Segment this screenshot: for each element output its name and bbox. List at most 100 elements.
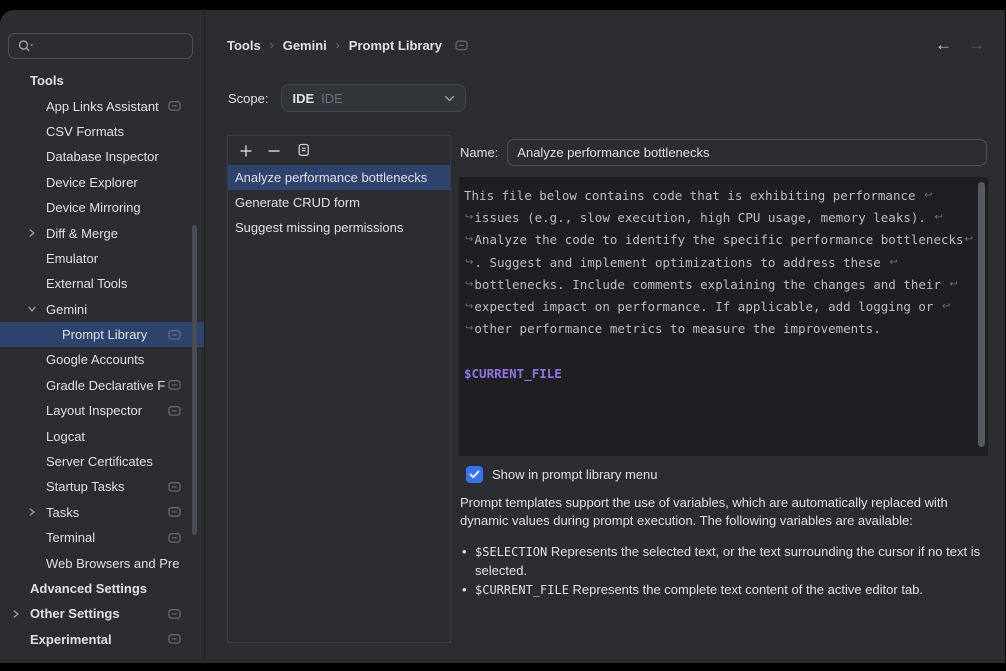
- sidebar-item-layout-inspector[interactable]: Layout Inspector: [0, 398, 204, 423]
- sidebar-item-app-links-assistant[interactable]: App Links Assistant: [0, 93, 204, 118]
- sidebar-item-google-accounts[interactable]: Google Accounts: [0, 347, 204, 372]
- soft-wrap-icon: ↩: [889, 257, 897, 268]
- sidebar-item-terminal[interactable]: Terminal: [0, 525, 204, 550]
- breadcrumb-item-prompt-library[interactable]: Prompt Library: [349, 38, 442, 53]
- ide-scope-icon: [168, 380, 181, 391]
- prompt-list-panel: Analyze performance bottlenecksGenerate …: [227, 135, 451, 643]
- ide-scope-icon: [168, 405, 181, 416]
- sidebar-item-label: Experimental: [30, 632, 112, 647]
- breadcrumb-separator: ›: [336, 38, 340, 52]
- sidebar-item-other-settings[interactable]: Other Settings: [0, 601, 204, 626]
- sidebar-item-experimental[interactable]: Experimental: [0, 627, 204, 652]
- sidebar-item-tools[interactable]: Tools: [0, 68, 204, 93]
- editor-line: This file below contains code that is ex…: [464, 184, 984, 206]
- sidebar-item-logcat[interactable]: Logcat: [0, 423, 204, 448]
- sidebar-item-label: Tasks: [46, 505, 79, 520]
- sidebar-item-web-browsers-and-pre[interactable]: Web Browsers and Pre: [0, 550, 204, 575]
- sidebar-item-advanced-settings[interactable]: Advanced Settings: [0, 576, 204, 601]
- sidebar-item-external-tools[interactable]: External Tools: [0, 271, 204, 296]
- check-icon: [469, 470, 480, 479]
- sidebar-item-prompt-library[interactable]: Prompt Library: [0, 322, 204, 347]
- ide-scope-icon: [168, 481, 181, 492]
- soft-wrap-icon: ↩: [465, 301, 473, 312]
- prompt-name-input[interactable]: [507, 139, 987, 166]
- sidebar-item-label: Diff & Merge: [46, 226, 118, 241]
- editor-line: [464, 340, 984, 362]
- sidebar-scrollbar[interactable]: [192, 225, 197, 535]
- sidebar-item-label: Startup Tasks: [46, 479, 125, 494]
- sidebar-item-tasks[interactable]: Tasks: [0, 500, 204, 525]
- sidebar-item-label: Database Inspector: [46, 149, 159, 164]
- ide-scope-icon: [168, 507, 181, 518]
- chevron-collapsed-icon[interactable]: [28, 508, 36, 517]
- soft-wrap-icon: ↩: [942, 301, 950, 312]
- chevron-collapsed-icon[interactable]: [28, 229, 36, 238]
- sidebar-item-label: Gemini: [46, 302, 87, 317]
- editor-line: ↩other performance metrics to measure th…: [464, 318, 984, 340]
- show-in-menu-row: Show in prompt library menu: [466, 466, 657, 483]
- sidebar-item-label: Other Settings: [30, 606, 120, 621]
- chevron-collapsed-icon[interactable]: [12, 609, 20, 618]
- scope-dropdown[interactable]: IDE IDE: [281, 84, 466, 112]
- editor-line: ↩issues (e.g., slow execution, high CPU …: [464, 206, 984, 228]
- breadcrumb-item-gemini[interactable]: Gemini: [283, 38, 327, 53]
- sidebar-item-label: Web Browsers and Pre: [46, 556, 179, 571]
- editor-line: $CURRENT_FILE: [464, 362, 984, 384]
- ide-scope-icon: [168, 634, 181, 645]
- variables-list: $SELECTION Represents the selected text,…: [462, 543, 997, 602]
- variable-item-current-file: $CURRENT_FILE Represents the complete te…: [462, 581, 997, 600]
- sidebar-item-device-mirroring[interactable]: Device Mirroring: [0, 195, 204, 220]
- settings-search-field[interactable]: [8, 33, 193, 59]
- sidebar-item-label: Prompt Library: [62, 327, 147, 342]
- soft-wrap-icon: ↩: [950, 279, 958, 290]
- window-frame: { "search": { "placeholder": "" }, "side…: [0, 0, 1006, 671]
- prompt-list-item-suggest-missing-permissions[interactable]: Suggest missing permissions: [228, 215, 450, 240]
- scope-selected-value: IDE: [292, 91, 314, 106]
- soft-wrap-icon: ↩: [465, 212, 473, 223]
- ide-scope-icon: [168, 608, 181, 619]
- sidebar-item-label: CSV Formats: [46, 124, 124, 139]
- breadcrumb-item-tools[interactable]: Tools: [227, 38, 261, 53]
- sidebar-item-gemini[interactable]: Gemini: [0, 297, 204, 322]
- sidebar-item-diff-merge[interactable]: Diff & Merge: [0, 220, 204, 245]
- soft-wrap-icon: ↩: [465, 234, 473, 245]
- back-arrow-icon[interactable]: ←: [935, 36, 952, 53]
- sidebar-item-gradle-declarative-f[interactable]: Gradle Declarative F: [0, 373, 204, 398]
- sidebar-item-startup-tasks[interactable]: Startup Tasks: [0, 474, 204, 499]
- sidebar-item-label: Device Explorer: [46, 175, 138, 190]
- sidebar-item-label: Terminal: [46, 530, 95, 545]
- editor-line: ↩. Suggest and implement optimizations t…: [464, 251, 984, 273]
- sidebar-item-csv-formats[interactable]: CSV Formats: [0, 119, 204, 144]
- soft-wrap-icon: ↩: [965, 234, 973, 245]
- breadcrumb-separator: ›: [270, 38, 274, 52]
- prompt-list-item-analyze-performance-bottlenecks[interactable]: Analyze performance bottlenecks: [228, 165, 450, 190]
- copy-prompt-button[interactable]: [293, 142, 311, 160]
- settings-dialog: Tools App Links Assistant CSV Formats Datab…: [0, 10, 1005, 663]
- scope-hint: IDE: [321, 91, 437, 106]
- sidebar-item-device-explorer[interactable]: Device Explorer: [0, 170, 204, 195]
- soft-wrap-icon: ↩: [465, 323, 473, 334]
- name-row: Name:: [460, 139, 987, 166]
- sidebar-item-server-certificates[interactable]: Server Certificates: [0, 449, 204, 474]
- forward-arrow-icon[interactable]: →: [968, 36, 985, 53]
- prompt-list-item-generate-crud-form[interactable]: Generate CRUD form: [228, 190, 450, 215]
- search-icon: [17, 39, 35, 53]
- add-prompt-button[interactable]: [237, 142, 255, 160]
- show-in-menu-checkbox[interactable]: [466, 466, 483, 483]
- chevron-expanded-icon[interactable]: [28, 305, 37, 313]
- settings-sidebar: Tools App Links Assistant CSV Formats Datab…: [0, 10, 205, 663]
- sidebar-item-emulator[interactable]: Emulator: [0, 246, 204, 271]
- name-label: Name:: [460, 145, 498, 160]
- show-in-menu-label: Show in prompt library menu: [492, 467, 657, 482]
- editor-line: ↩bottlenecks. Include comments explainin…: [464, 273, 984, 295]
- sidebar-item-database-inspector[interactable]: Database Inspector: [0, 144, 204, 169]
- editor-scrollbar[interactable]: [978, 182, 985, 447]
- soft-wrap-icon: ↩: [924, 190, 932, 201]
- remove-prompt-button[interactable]: [265, 142, 283, 160]
- history-nav: ← →: [935, 36, 985, 53]
- search-input[interactable]: [37, 38, 217, 55]
- sidebar-item-label: App Links Assistant: [46, 99, 159, 114]
- editor-line: ↩Analyze the code to identify the specif…: [464, 229, 984, 251]
- prompt-text-editor[interactable]: This file below contains code that is ex…: [459, 177, 988, 456]
- sidebar-item-label: Device Mirroring: [46, 200, 141, 215]
